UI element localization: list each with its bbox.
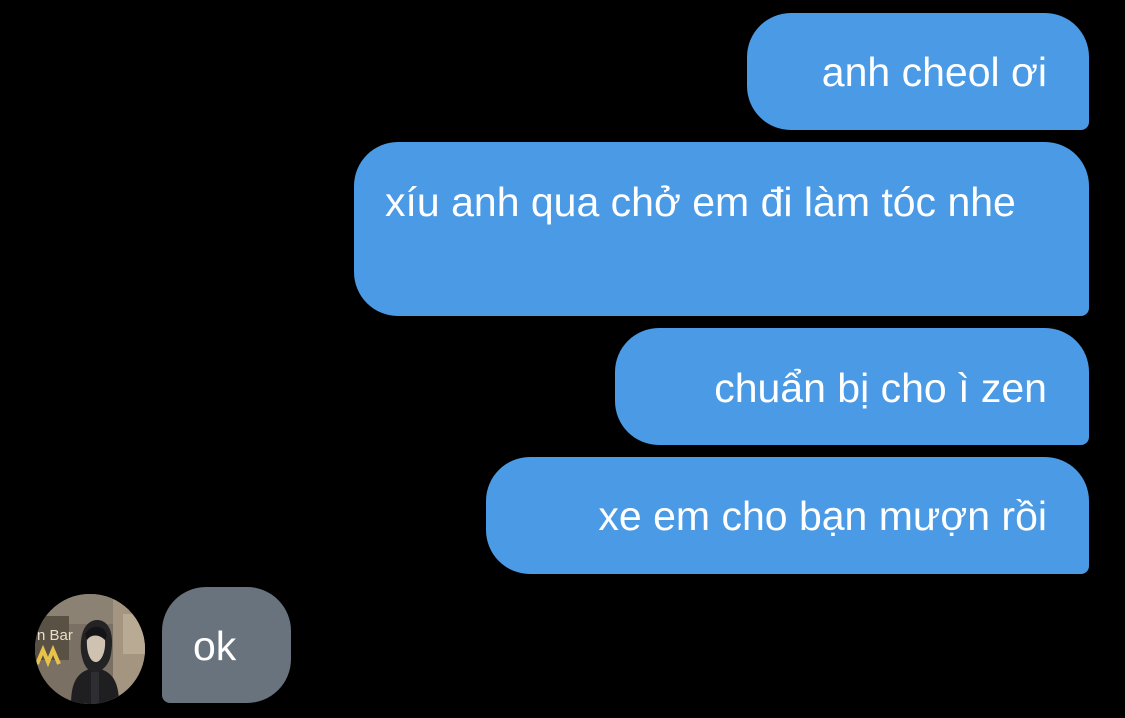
incoming-message-bubble[interactable]: ok — [162, 587, 291, 703]
outgoing-message-bubble[interactable]: anh cheol ơi — [747, 13, 1089, 130]
outgoing-message-bubble[interactable]: xe em cho bạn mượn rồi — [486, 457, 1089, 574]
sign-text: n Bar — [37, 627, 73, 644]
chat-thread: anh cheol ơi xíu anh qua chở em đi làm t… — [0, 0, 1125, 718]
message-text: anh cheol ơi — [821, 49, 1047, 95]
contact-avatar-photo: n Bar — [35, 594, 145, 704]
message-text: chuẩn bị cho ì zen — [714, 365, 1047, 411]
message-text: xíu anh qua chở em đi làm tóc nhe — [385, 179, 1016, 225]
contact-avatar[interactable]: n Bar — [35, 594, 145, 704]
message-text: ok — [193, 623, 237, 669]
outgoing-message-bubble[interactable]: xíu anh qua chở em đi làm tóc nhe — [354, 142, 1089, 316]
message-text: xe em cho bạn mượn rồi — [598, 493, 1047, 539]
outgoing-message-bubble[interactable]: chuẩn bị cho ì zen — [615, 328, 1089, 445]
